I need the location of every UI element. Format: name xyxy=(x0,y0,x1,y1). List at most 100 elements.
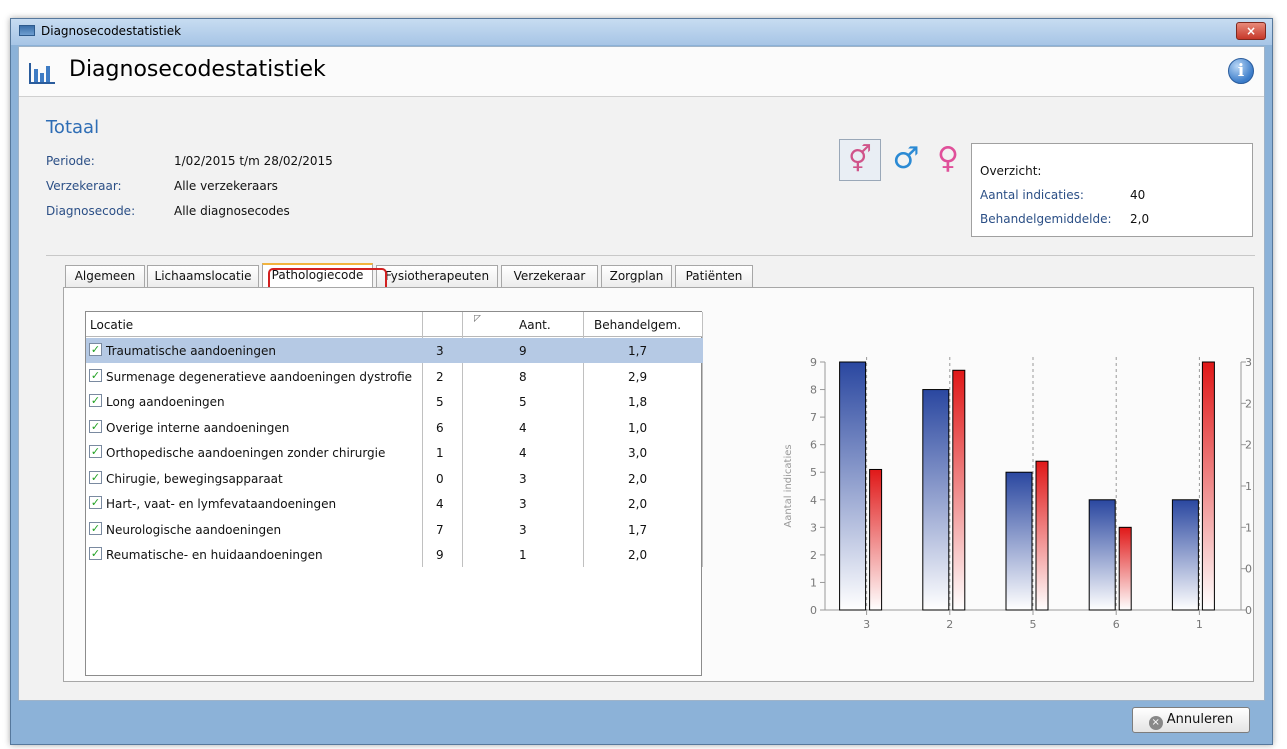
insurer-value: Alle verzekeraars xyxy=(174,179,278,193)
cell-code: 1 xyxy=(436,446,444,460)
insurer-label: Verzekeraar: xyxy=(46,179,122,193)
table-row[interactable]: ✓ Orthopedische aandoeningen zonder chiru… xyxy=(86,440,703,465)
diagnosecode-label: Diagnosecode: xyxy=(46,204,136,218)
table-row[interactable]: ✓ Neurologische aandoeningen 7 3 1,7 xyxy=(86,517,703,542)
overview-panel: Overzicht: Aantal indicaties: 40 Behande… xyxy=(971,143,1253,237)
cell-aant: 9 xyxy=(519,344,527,358)
summary-heading: Totaal xyxy=(46,117,100,138)
y-tick-label: 4 xyxy=(810,494,817,507)
x-tick-label: 5 xyxy=(1030,618,1037,631)
table-row[interactable]: ✓ Traumatische aandoeningen 3 9 1,7 xyxy=(86,338,703,363)
y-tick-label: 5 xyxy=(810,466,817,479)
info-icon[interactable]: i xyxy=(1228,58,1254,84)
cell-locatie: Surmenage degeneratieve aandoeningen dys… xyxy=(106,369,413,384)
cell-gem: 2,0 xyxy=(628,471,648,486)
table-row[interactable]: ✓ Long aandoeningen 5 5 1,8 xyxy=(86,389,703,414)
row-checkbox[interactable]: ✓ xyxy=(89,445,102,458)
cell-code: 5 xyxy=(436,395,444,409)
row-checkbox[interactable]: ✓ xyxy=(89,496,102,509)
gender-both-icon[interactable]: ⚥ xyxy=(839,139,881,181)
y2-tick-label: 3 xyxy=(1245,356,1252,369)
tab-verzekeraar[interactable]: Verzekeraar xyxy=(501,265,598,287)
bar-behandelgemiddelde xyxy=(952,369,966,611)
table-row[interactable]: ✓ Surmenage degeneratieve aandoeningen dy… xyxy=(86,364,703,389)
period-label: Periode: xyxy=(46,154,95,168)
y2-tick-label: 1 xyxy=(1245,521,1252,534)
cell-locatie: Reumatische- en huidaandoeningen xyxy=(106,548,323,562)
bar-behandelgemiddelde xyxy=(869,468,883,611)
y-tick-label: 7 xyxy=(810,411,817,424)
cell-code: 3 xyxy=(436,344,444,358)
dialog-window: Diagnosecodestatistiek × Diagnosecodesta… xyxy=(10,18,1273,745)
tab-patienten[interactable]: Patiënten xyxy=(675,265,753,287)
grid-header: Locatie ◸ Aant. Behandelgem. xyxy=(86,312,703,337)
column-header-behandelgem[interactable]: Behandelgem. xyxy=(594,318,681,332)
row-checkbox[interactable]: ✓ xyxy=(89,368,102,382)
cell-locatie: Hart-, vaat- en lymfevataandoeningen xyxy=(106,497,337,511)
table-row[interactable]: ✓ Hart-, vaat- en lymfevataandoeningen 4 3 2… xyxy=(86,491,703,516)
sort-indicator-icon: ◸ xyxy=(474,314,481,324)
y2-tick-label: 2 xyxy=(1245,439,1252,452)
overview-count-value: 40 xyxy=(1130,188,1146,202)
x-tick-label: 1 xyxy=(1196,618,1203,631)
tab-fysiotherapeuten[interactable]: Fysiotherapeuten xyxy=(376,265,498,287)
cancel-icon: × xyxy=(1148,716,1163,730)
tab-zorgplan[interactable]: Zorgplan xyxy=(601,265,672,287)
data-grid[interactable]: Locatie ◸ Aant. Behandelgem. ✓ Traumatisc… xyxy=(85,311,703,676)
column-header-locatie[interactable]: Locatie xyxy=(90,318,133,332)
cell-gem: 1,0 xyxy=(628,420,648,435)
cell-locatie: Long aandoeningen xyxy=(106,395,225,409)
row-checkbox[interactable]: ✓ xyxy=(89,547,102,560)
cell-aant: 3 xyxy=(519,522,527,537)
cell-code: 2 xyxy=(436,369,444,384)
cell-aant: 3 xyxy=(519,497,527,511)
tab-lichaamslocatie[interactable]: Lichaamslocatie xyxy=(147,265,259,287)
bar-aantal-indicaties xyxy=(1088,499,1116,611)
bar-aantal-indicaties xyxy=(1005,471,1033,611)
cell-gem: 1,7 xyxy=(628,522,648,537)
cell-gem: 3,0 xyxy=(628,446,648,460)
overview-count-label: Aantal indicaties: xyxy=(980,188,1084,202)
row-checkbox[interactable]: ✓ xyxy=(89,470,102,484)
gender-male-icon[interactable]: ♂ xyxy=(885,139,927,181)
row-checkbox[interactable]: ✓ xyxy=(89,343,102,356)
row-checkbox[interactable]: ✓ xyxy=(89,419,102,433)
dialog-client: Diagnosecodestatistiek i Totaal Periode:… xyxy=(18,46,1265,701)
y2-tick-label: 0 xyxy=(1245,604,1252,617)
cell-gem: 2,9 xyxy=(628,369,648,384)
table-row[interactable]: ✓ Reumatische- en huidaandoeningen 9 1 2,0 xyxy=(86,542,703,567)
bar-aantal-indicaties xyxy=(839,361,867,611)
x-tick-label: 3 xyxy=(863,618,870,631)
cell-code: 9 xyxy=(436,548,444,562)
cell-aant: 1 xyxy=(519,548,527,562)
row-checkbox[interactable]: ✓ xyxy=(89,521,102,535)
cell-aant: 8 xyxy=(519,369,527,384)
cell-gem: 2,0 xyxy=(628,497,648,511)
close-button[interactable]: × xyxy=(1236,22,1266,40)
bar-behandelgemiddelde xyxy=(1118,526,1132,611)
table-row[interactable]: ✓ Chirugie, bewegingsapparaat 0 3 2,0 xyxy=(86,466,703,491)
cell-gem: 1,8 xyxy=(628,395,648,409)
column-header-aant[interactable]: Aant. xyxy=(519,318,551,332)
bar-behandelgemiddelde xyxy=(1201,361,1215,611)
cell-aant: 5 xyxy=(519,395,527,409)
gender-female-icon[interactable]: ♀ xyxy=(927,139,969,181)
row-checkbox[interactable]: ✓ xyxy=(89,394,102,407)
y-tick-label: 3 xyxy=(810,521,817,534)
tab-algemeen[interactable]: Algemeen xyxy=(65,265,145,287)
diagnosecode-value: Alle diagnosecodes xyxy=(174,204,290,218)
y2-tick-label: 1,5 xyxy=(1245,480,1253,493)
y2-tick-label: 2,5 xyxy=(1245,397,1253,410)
title-bar[interactable]: Diagnosecodestatistiek × xyxy=(11,19,1272,45)
table-row[interactable]: ✓ Overige interne aandoeningen 6 4 1,0 xyxy=(86,415,703,440)
y-tick-label: 1 xyxy=(810,576,817,589)
cancel-button[interactable]: × Annuleren xyxy=(1132,707,1250,733)
statistics-icon xyxy=(29,63,55,84)
cell-aant: 4 xyxy=(519,446,527,460)
window-title: Diagnosecodestatistiek xyxy=(41,24,182,38)
bar-behandelgemiddelde xyxy=(1035,460,1049,611)
x-tick-label: 6 xyxy=(1113,618,1120,631)
cell-locatie: Orthopedische aandoeningen zonder chirur… xyxy=(106,446,386,460)
cell-locatie: Traumatische aandoeningen xyxy=(106,344,276,358)
y-tick-label: 0 xyxy=(810,604,817,617)
